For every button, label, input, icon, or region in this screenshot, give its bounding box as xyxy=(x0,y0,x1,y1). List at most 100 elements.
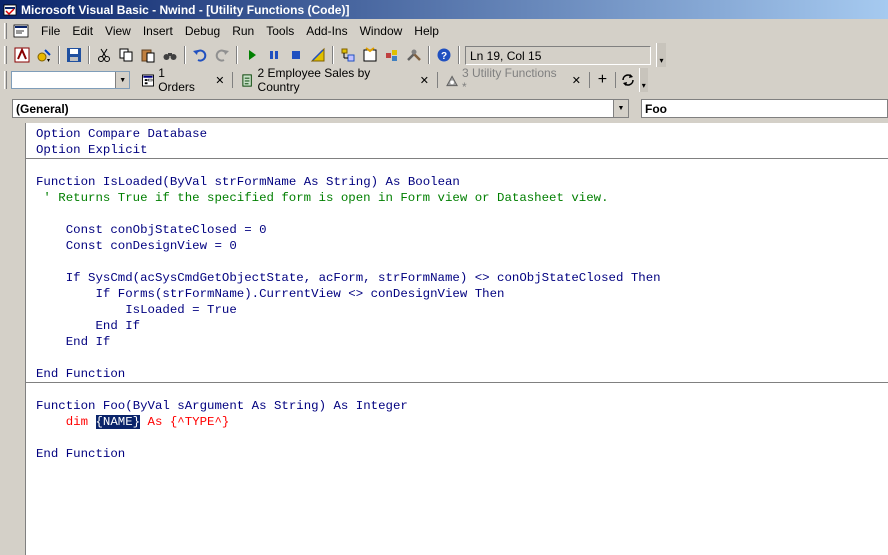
procedure-combo-value: Foo xyxy=(645,102,667,116)
code-window-icon[interactable] xyxy=(13,23,29,39)
menu-grip[interactable] xyxy=(4,22,7,39)
code-line[interactable]: Option Explicit xyxy=(36,142,148,158)
report-icon xyxy=(242,73,253,87)
tab-list-button[interactable] xyxy=(618,69,639,91)
insert-module-button[interactable]: ▾ xyxy=(33,44,55,66)
menu-tools[interactable]: Tools xyxy=(260,22,300,40)
window-title: Microsoft Visual Basic - Nwind - [Utilit… xyxy=(21,2,350,17)
save-icon xyxy=(67,48,81,62)
toolbox-icon xyxy=(407,49,421,61)
project-explorer-button[interactable] xyxy=(337,44,359,66)
new-tab-button[interactable]: + xyxy=(592,69,613,91)
code-line[interactable]: Const conDesignView = 0 xyxy=(36,238,237,254)
save-button[interactable] xyxy=(63,44,85,66)
access-view-button[interactable] xyxy=(11,44,33,66)
menu-window[interactable]: Window xyxy=(354,22,409,40)
code-line[interactable]: IsLoaded = True xyxy=(36,302,237,318)
svg-text:▾: ▾ xyxy=(47,58,50,63)
code-line[interactable]: End Function xyxy=(36,366,125,382)
tab-label: 3 Utility Functions * xyxy=(461,66,557,94)
properties-window-icon xyxy=(363,47,377,62)
close-icon[interactable]: ✕ xyxy=(215,74,224,87)
copy-button[interactable] xyxy=(115,44,137,66)
object-combo[interactable]: (General) ▼ xyxy=(12,99,629,118)
toolbar-grip[interactable] xyxy=(4,71,7,89)
procedure-combo[interactable]: Foo xyxy=(641,99,888,118)
find-button[interactable] xyxy=(159,44,181,66)
refresh-icon xyxy=(622,74,634,86)
tab-orders[interactable]: 1 Orders ✕ xyxy=(136,66,230,94)
undo-button[interactable] xyxy=(189,44,211,66)
object-browser-button[interactable] xyxy=(381,44,403,66)
tab-employee-sales[interactable]: 2 Employee Sales by Country ✕ xyxy=(235,66,435,94)
vba-app-icon xyxy=(3,4,17,15)
toolbar-options[interactable]: ▾ xyxy=(656,43,666,67)
copy-icon xyxy=(119,48,133,62)
standard-toolbar: ▾ ? Ln 19, Col 15 ▾ xyxy=(2,43,666,67)
project-explorer-icon xyxy=(341,48,355,62)
tab-utility-functions[interactable]: 3 Utility Functions * ✕ xyxy=(440,66,587,94)
help-icon: ? xyxy=(437,48,451,62)
tab-separator xyxy=(436,72,438,88)
design-mode-button[interactable] xyxy=(307,44,329,66)
code-line[interactable]: If Forms(strFormName).CurrentView <> con… xyxy=(36,286,504,302)
code-window: (General) ▼ Foo Option Compare Database … xyxy=(0,94,888,555)
break-button[interactable] xyxy=(263,44,285,66)
cut-button[interactable] xyxy=(93,44,115,66)
chevron-down-icon[interactable]: ▼ xyxy=(115,72,130,88)
menu-help[interactable]: Help xyxy=(408,22,445,40)
form-icon xyxy=(142,74,155,86)
tab-label: 1 Orders xyxy=(158,66,195,94)
paste-button[interactable] xyxy=(137,44,159,66)
menu-file[interactable]: File xyxy=(35,22,66,40)
tab-separator xyxy=(232,72,234,88)
run-button[interactable] xyxy=(241,44,263,66)
toolbar-separator xyxy=(458,46,460,64)
access-view-icon xyxy=(14,47,30,63)
procedure-separator xyxy=(26,158,888,159)
reset-icon xyxy=(292,51,300,59)
redo-button[interactable] xyxy=(211,44,233,66)
code-line[interactable]: End Function xyxy=(36,446,125,462)
toolbar-separator xyxy=(332,46,334,64)
cursor-position: Ln 19, Col 15 xyxy=(465,45,651,65)
close-icon[interactable]: ✕ xyxy=(572,74,581,87)
find-icon xyxy=(163,53,177,60)
toolbar-grip[interactable] xyxy=(4,46,7,64)
margin-indicator-bar[interactable] xyxy=(0,123,26,555)
toolbox-button[interactable] xyxy=(403,44,425,66)
menu-insert[interactable]: Insert xyxy=(137,22,179,40)
code-line[interactable]: End If xyxy=(36,334,111,350)
project-combo[interactable]: ▼ xyxy=(10,71,131,89)
code-line[interactable]: End If xyxy=(36,318,140,334)
menu-run[interactable]: Run xyxy=(226,22,260,40)
procedure-separator xyxy=(26,382,888,383)
reset-button[interactable] xyxy=(285,44,307,66)
code-line[interactable]: dim {NAME} As {^TYPE^} xyxy=(36,414,229,430)
toolbar-options[interactable]: ▾ xyxy=(638,68,649,92)
menu-edit[interactable]: Edit xyxy=(66,22,99,40)
menu-debug[interactable]: Debug xyxy=(179,22,226,40)
menu-view[interactable]: View xyxy=(99,22,137,40)
chevron-down-icon[interactable]: ▼ xyxy=(613,100,628,117)
tab-separator xyxy=(614,72,616,88)
code-line[interactable]: If SysCmd(acSysCmdGetObjectState, acForm… xyxy=(36,270,661,286)
code-line[interactable]: Const conObjStateClosed = 0 xyxy=(36,222,267,238)
properties-window-button[interactable] xyxy=(359,44,381,66)
tab-separator xyxy=(589,72,590,88)
toolbar-separator xyxy=(236,46,238,64)
code-line[interactable]: Function Foo(ByVal sArgument As String) … xyxy=(36,398,408,414)
menu-add-ins[interactable]: Add-Ins xyxy=(300,22,353,40)
close-icon[interactable]: ✕ xyxy=(420,74,429,87)
module-icon xyxy=(446,74,458,86)
help-button[interactable]: ? xyxy=(433,44,455,66)
code-line[interactable]: Option Compare Database xyxy=(36,126,207,142)
code-line[interactable]: Function IsLoaded(ByVal strFormName As S… xyxy=(36,174,460,190)
toolbar-separator xyxy=(58,46,60,64)
code-editor[interactable]: Option Compare Database Option Explicit … xyxy=(26,123,888,555)
cut-icon xyxy=(98,48,110,62)
break-icon xyxy=(270,51,278,59)
code-line[interactable]: ' Returns True if the specified form is … xyxy=(36,190,608,206)
menu-bar: File Edit View Insert Debug Run Tools Ad… xyxy=(0,19,888,42)
object-combo-value: (General) xyxy=(16,102,69,116)
